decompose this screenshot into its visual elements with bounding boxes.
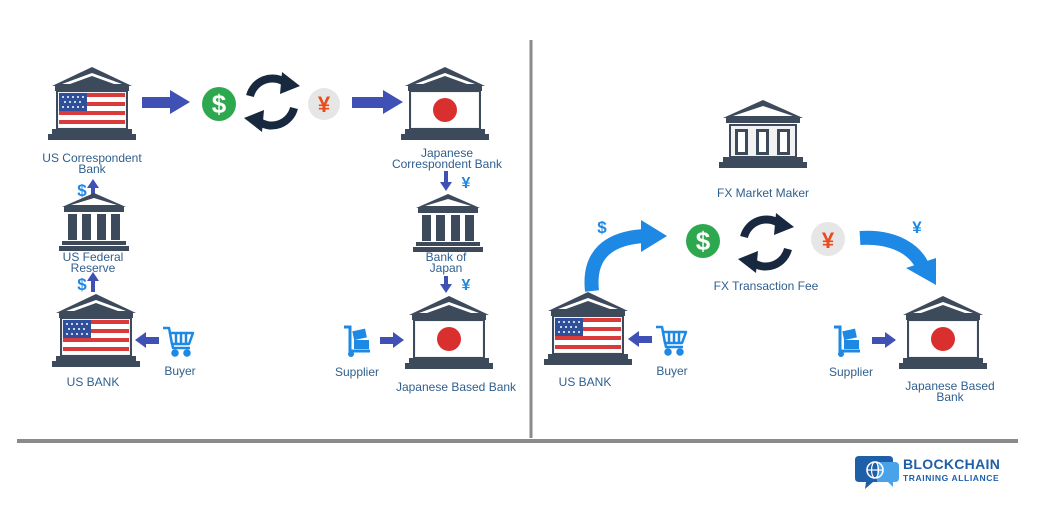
japanese-based-bank-label: Japanese Based Bank <box>905 379 995 404</box>
japanese-based-bank-label: Japanese Based Bank <box>395 380 517 394</box>
yen-coin-icon: ¥ <box>822 228 835 253</box>
dollar-coin-icon: $ <box>696 226 711 256</box>
us-correspondent-bank-label: US Correspondent Bank <box>42 151 142 176</box>
brand-logo: BLOCKCHAIN TRAINING ALLIANCE <box>855 452 1045 492</box>
left-panel <box>47 66 494 370</box>
brand-name: BLOCKCHAIN <box>903 456 1001 472</box>
dollar-coin-icon: $ <box>212 89 227 119</box>
chat-globe-icon <box>855 456 899 489</box>
supplier-label: Supplier <box>828 365 874 379</box>
brand-subtitle: TRAINING ALLIANCE <box>903 473 1000 483</box>
japanese-correspondent-bank-label: Japanese Correspondent Bank <box>391 146 503 171</box>
dollar-symbol-icon: $ <box>77 275 87 294</box>
us-bank-label: US BANK <box>558 375 612 389</box>
yen-symbol-icon: ¥ <box>462 175 471 192</box>
dollar-symbol-icon: $ <box>597 218 607 237</box>
yen-symbol-icon: ¥ <box>462 277 471 294</box>
yen-symbol-icon: ¥ <box>912 218 922 237</box>
comparison-diagram: $ ¥ $ $ ¥ ¥ $ ¥ $ ¥ US Correspondent Ban… <box>0 0 1056 517</box>
us-federal-reserve-label: US Federal Reserve <box>62 250 124 275</box>
us-bank-label: US BANK <box>66 375 120 389</box>
fx-market-maker-label: FX Market Maker <box>716 186 810 200</box>
supplier-label: Supplier <box>334 365 380 379</box>
buyer-label: Buyer <box>164 364 196 378</box>
buyer-label: Buyer <box>656 364 688 378</box>
dollar-symbol-icon: $ <box>77 181 87 200</box>
fx-transaction-fee-label: FX Transaction Fee <box>713 279 819 293</box>
diagram-canvas: $ ¥ $ $ ¥ ¥ $ ¥ $ ¥ <box>17 40 1018 443</box>
yen-coin-icon: ¥ <box>318 92 331 117</box>
bank-of-japan-label: Bank of Japan <box>425 250 467 275</box>
